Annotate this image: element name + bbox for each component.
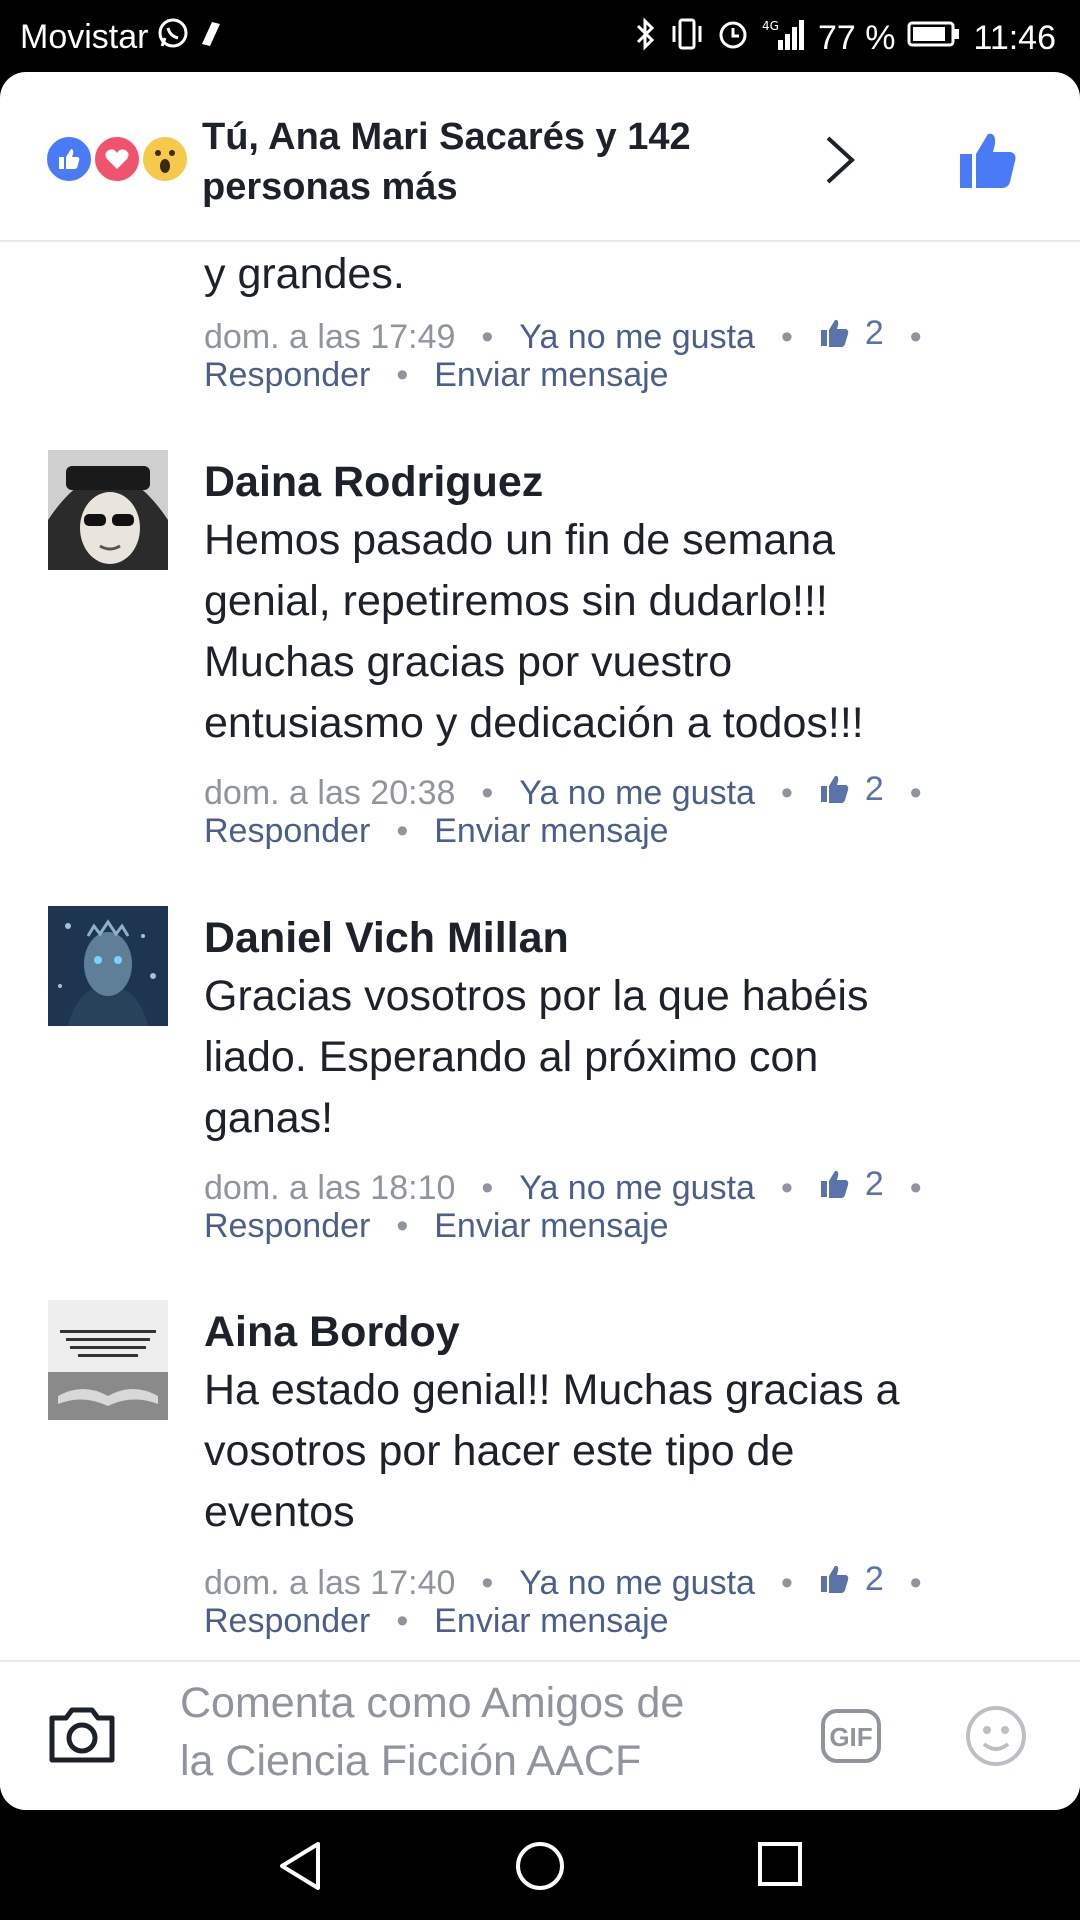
comment-author[interactable]: Aina Bordoy (204, 1304, 1044, 1360)
comment-input-placeholder-line1: Comenta como Amigos de (180, 1679, 685, 1727)
comment-text-line: Gracias vosotros por la que habéis (204, 972, 869, 1020)
reactions-summary[interactable]: Tú, Ana Mari Sacarés y 142 personas más (202, 112, 762, 212)
avatar-daniel[interactable] (48, 906, 168, 1026)
comment-text-line: Ha estado genial!! Muchas gracias a (204, 1366, 900, 1414)
comment-text: Hemos pasado un fin de semana genial, re… (204, 510, 1044, 754)
like-count-value: 2 (864, 1560, 884, 1598)
recents-icon[interactable] (756, 1840, 804, 1893)
reactions-header[interactable]: Tú, Ana Mari Sacarés y 142 personas más (0, 72, 1080, 242)
comment-text-line: Muchas gracias por vuestro (204, 638, 733, 686)
comment-composer: Comenta como Amigos de la Ciencia Ficció… (0, 1660, 1080, 1810)
comment-text-line: eventos (204, 1488, 355, 1536)
gif-button[interactable]: GIF (820, 1708, 882, 1769)
gif-label: GIF (829, 1722, 872, 1752)
comment-text-line: ganas! (204, 1094, 334, 1142)
comment-text: y grandes. (204, 250, 405, 298)
like-count[interactable]: 2 (819, 1163, 884, 1205)
reaction-icons (44, 134, 194, 190)
comment-text-line: liado. Esperando al próximo con (204, 1033, 819, 1081)
like-reaction-icon (44, 134, 94, 184)
comment-actions: Responder • Enviar mensaje (204, 356, 669, 394)
battery-percentage: 77 % (817, 19, 896, 57)
comment-timestamp: dom. a las 17:40 (204, 1564, 456, 1602)
love-reaction-icon (92, 134, 142, 184)
vibrate-icon (670, 16, 704, 61)
comment-text-line: vosotros por hacer este tipo de (204, 1427, 795, 1475)
send-message-link[interactable]: Enviar mensaje (434, 812, 668, 850)
signal-icon: 4G (762, 16, 806, 61)
comment-meta: dom. a las 20:38 • Ya no me gusta • 2 • (204, 768, 922, 812)
send-message-link[interactable]: Enviar mensaje (434, 356, 668, 394)
send-message-link[interactable]: Enviar mensaje (434, 1602, 668, 1640)
reactions-summary-line1: Tú, Ana Mari Sacarés y 142 (202, 116, 691, 158)
comment-meta: dom. a las 17:40 • Ya no me gusta • 2 • (204, 1558, 922, 1602)
clock: 11:46 (973, 19, 1056, 57)
avatar-daina[interactable] (48, 450, 168, 570)
comment-text: Gracias vosotros por la que habéis liado… (204, 966, 1044, 1149)
like-count-value: 2 (864, 1165, 884, 1203)
comment-actions: Responder • Enviar mensaje (204, 812, 669, 850)
battery-icon (907, 19, 961, 58)
comments-sheet: Tú, Ana Mari Sacarés y 142 personas más … (0, 72, 1080, 1810)
chevron-right-icon[interactable] (820, 132, 860, 193)
like-count-icon (820, 775, 849, 803)
status-bar: Movistar 4G 77 % 11:46 (0, 0, 1080, 72)
reply-link[interactable]: Responder (204, 1602, 370, 1640)
android-nav-bar (0, 1810, 1080, 1920)
comment-timestamp: dom. a las 20:38 (204, 774, 456, 812)
comment-actions: Responder • Enviar mensaje (204, 1602, 669, 1640)
unlike-link[interactable]: Ya no me gusta (519, 318, 755, 356)
comment-input[interactable]: Comenta como Amigos de la Ciencia Ficció… (180, 1674, 780, 1790)
carrier-name: Movistar (20, 18, 149, 56)
comment-input-placeholder-line2: la Ciencia Ficción AACF (180, 1737, 642, 1785)
like-count[interactable]: 2 (819, 768, 884, 810)
notification-icon (198, 18, 224, 57)
back-icon[interactable] (276, 1840, 326, 1897)
svg-text:4G: 4G (762, 19, 779, 33)
comment-author[interactable]: Daniel Vich Millan (204, 910, 1044, 966)
like-count-icon (820, 1565, 849, 1593)
camera-icon[interactable] (46, 1702, 118, 1771)
reply-link[interactable]: Responder (204, 812, 370, 850)
comments-list: y grandes. dom. a las 17:49 • Ya no me gus… (0, 240, 1080, 1660)
unlike-link[interactable]: Ya no me gusta (519, 1564, 755, 1602)
like-button-icon[interactable] (956, 128, 1020, 197)
reply-link[interactable]: Responder (204, 356, 370, 394)
avatar-aina[interactable] (48, 1300, 168, 1420)
like-count[interactable]: 2 (819, 312, 884, 354)
like-count[interactable]: 2 (819, 1558, 884, 1600)
bluetooth-icon (634, 16, 658, 61)
unlike-link[interactable]: Ya no me gusta (519, 774, 755, 812)
like-count-icon (820, 319, 849, 347)
comment-timestamp: dom. a las 17:49 (204, 318, 456, 356)
comment-text-line: genial, repetiremos sin dudarlo!!! (204, 577, 828, 625)
comment-author[interactable]: Daina Rodriguez (204, 454, 1044, 510)
comment-text-line: Hemos pasado un fin de semana (204, 516, 836, 564)
comment-text-line: entusiasmo y dedicación a todos!!! (204, 699, 864, 747)
comment-text: Ha estado genial!! Muchas gracias a voso… (204, 1360, 1044, 1543)
emoji-icon[interactable] (964, 1704, 1028, 1773)
reply-link[interactable]: Responder (204, 1207, 370, 1245)
like-count-icon (820, 1170, 849, 1198)
comment-meta: dom. a las 17:49 • Ya no me gusta • 2 • (204, 312, 922, 356)
home-icon[interactable] (514, 1840, 566, 1897)
whatsapp-icon (156, 16, 190, 59)
like-count-value: 2 (864, 770, 884, 808)
wow-reaction-icon (140, 134, 190, 184)
like-count-value: 2 (864, 314, 884, 352)
unlike-link[interactable]: Ya no me gusta (519, 1169, 755, 1207)
comment-timestamp: dom. a las 18:10 (204, 1169, 456, 1207)
send-message-link[interactable]: Enviar mensaje (434, 1207, 668, 1245)
comment-actions: Responder • Enviar mensaje (204, 1207, 669, 1245)
comment-meta: dom. a las 18:10 • Ya no me gusta • 2 • (204, 1163, 922, 1207)
reactions-summary-line2: personas más (202, 166, 458, 208)
alarm-icon (716, 16, 750, 61)
